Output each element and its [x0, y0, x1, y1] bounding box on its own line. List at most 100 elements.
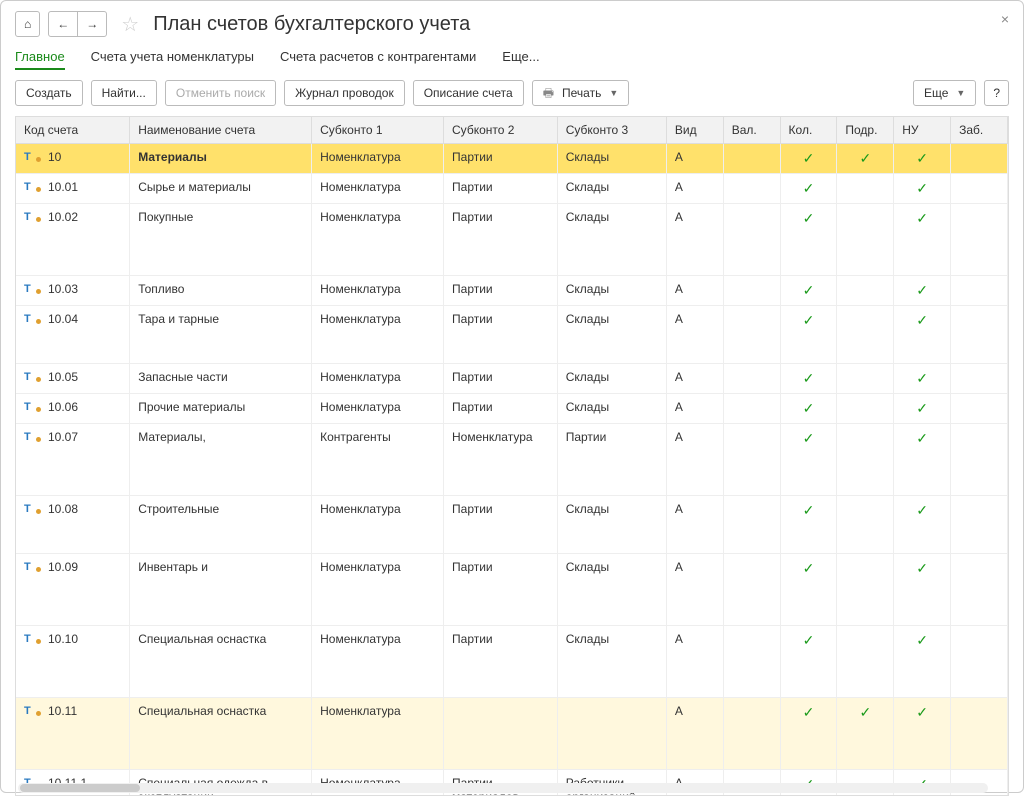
- cell-podr: ✓: [837, 144, 894, 174]
- table-row[interactable]: T10.11Специальная оснасткаНоменклатураА✓…: [16, 698, 1008, 770]
- menubar: Главное Счета учета номенклатуры Счета р…: [15, 43, 1009, 80]
- cell-kol: ✓: [780, 626, 837, 698]
- cell-kol: ✓: [780, 394, 837, 424]
- help-button[interactable]: ?: [984, 80, 1009, 106]
- cell-val: [723, 364, 780, 394]
- cell-sub1: Номенклатура: [312, 306, 444, 364]
- scrollbar-thumb[interactable]: [20, 784, 140, 792]
- cell-val: [723, 144, 780, 174]
- cell-sub2: Партии: [444, 204, 558, 276]
- cell-sub2: Партии: [444, 276, 558, 306]
- cell-nu: ✓: [894, 554, 951, 626]
- description-button[interactable]: Описание счета: [413, 80, 524, 106]
- check-icon: ✓: [845, 150, 885, 167]
- cell-val: [723, 306, 780, 364]
- col-header-zab[interactable]: Заб.: [951, 117, 1008, 144]
- table-row[interactable]: T10.01Сырье и материалыНоменклатураПарти…: [16, 174, 1008, 204]
- horizontal-scrollbar[interactable]: [18, 783, 988, 793]
- cell-kol: ✓: [780, 276, 837, 306]
- table-row[interactable]: T10.08СтроительныеНоменклатураПартииСкла…: [16, 496, 1008, 554]
- table-row[interactable]: T10.06Прочие материалыНоменклатураПартии…: [16, 394, 1008, 424]
- cell-sub1: Номенклатура: [312, 144, 444, 174]
- cancel-search-button: Отменить поиск: [165, 80, 276, 106]
- print-button[interactable]: Печать ▼: [532, 80, 630, 106]
- check-icon: ✓: [902, 180, 942, 197]
- cell-sub1: Контрагенты: [312, 424, 444, 496]
- cell-kol: ✓: [780, 554, 837, 626]
- menu-more[interactable]: Еще...: [502, 49, 539, 70]
- cell-sub1: Номенклатура: [312, 496, 444, 554]
- close-button[interactable]: ×: [1001, 11, 1009, 27]
- col-header-sub2[interactable]: Субконто 2: [444, 117, 558, 144]
- table-row[interactable]: T10МатериалыНоменклатураПартииСкладыА✓✓✓: [16, 144, 1008, 174]
- cell-val: [723, 496, 780, 554]
- cell-name: Специальная оснастка: [130, 626, 312, 698]
- more-right-button[interactable]: Еще ▼: [913, 80, 976, 106]
- check-icon: ✓: [902, 632, 942, 649]
- table-row[interactable]: T10.05Запасные частиНоменклатураПартииСк…: [16, 364, 1008, 394]
- cell-sub2: Партии: [444, 306, 558, 364]
- account-type-icon: T: [24, 633, 38, 645]
- cell-val: [723, 394, 780, 424]
- menu-main[interactable]: Главное: [15, 49, 65, 70]
- cell-code: T10.06: [16, 394, 130, 424]
- printer-icon: [543, 85, 558, 101]
- col-header-vid[interactable]: Вид: [666, 117, 723, 144]
- table-row[interactable]: T10.07Материалы,КонтрагентыНоменклатураП…: [16, 424, 1008, 496]
- cell-kol: ✓: [780, 144, 837, 174]
- menu-contractors[interactable]: Счета расчетов с контрагентами: [280, 49, 476, 70]
- cell-vid: А: [666, 144, 723, 174]
- table-row[interactable]: T10.04Тара и тарныеНоменклатураПартииСкл…: [16, 306, 1008, 364]
- cell-sub2: Партии: [444, 554, 558, 626]
- check-icon: ✓: [789, 282, 829, 299]
- col-header-val[interactable]: Вал.: [723, 117, 780, 144]
- cell-podr: ✓: [837, 698, 894, 770]
- cell-sub3: Склады: [557, 554, 666, 626]
- account-code: 10.08: [48, 502, 78, 516]
- check-icon: ✓: [789, 704, 829, 721]
- col-header-sub1[interactable]: Субконто 1: [312, 117, 444, 144]
- table-row[interactable]: T10.02ПокупныеНоменклатураПартииСкладыА✓…: [16, 204, 1008, 276]
- more-right-label: Еще: [924, 85, 948, 101]
- cell-sub2: Номенклатура: [444, 424, 558, 496]
- cell-code: T10.07: [16, 424, 130, 496]
- chevron-down-icon: ▼: [956, 85, 965, 101]
- back-button[interactable]: ←: [48, 11, 78, 37]
- cell-sub2: Партии: [444, 144, 558, 174]
- cell-kol: ✓: [780, 424, 837, 496]
- menu-nomenclature[interactable]: Счета учета номенклатуры: [91, 49, 254, 70]
- find-button[interactable]: Найти...: [91, 80, 157, 106]
- home-button[interactable]: ⌂: [15, 11, 40, 37]
- table-row[interactable]: T10.10Специальная оснасткаНоменклатураПа…: [16, 626, 1008, 698]
- account-code: 10.09: [48, 560, 78, 574]
- cell-zab: [951, 554, 1008, 626]
- cell-zab: [951, 496, 1008, 554]
- account-code: 10.02: [48, 210, 78, 224]
- col-header-nu[interactable]: НУ: [894, 117, 951, 144]
- col-header-name[interactable]: Наименование счета: [130, 117, 312, 144]
- cell-kol: ✓: [780, 364, 837, 394]
- check-icon: ✓: [789, 560, 829, 577]
- cell-sub3: Склады: [557, 626, 666, 698]
- cell-sub3: Склады: [557, 496, 666, 554]
- favorite-star-icon[interactable]: ☆: [121, 12, 139, 37]
- cell-vid: А: [666, 306, 723, 364]
- col-header-sub3[interactable]: Субконто 3: [557, 117, 666, 144]
- col-header-kol[interactable]: Кол.: [780, 117, 837, 144]
- cell-sub3: Склады: [557, 394, 666, 424]
- table-row[interactable]: T10.03ТопливоНоменклатураПартииСкладыА✓✓: [16, 276, 1008, 306]
- cell-podr: [837, 496, 894, 554]
- check-icon: ✓: [902, 430, 942, 447]
- create-button[interactable]: Создать: [15, 80, 83, 106]
- cell-sub3: Партии: [557, 424, 666, 496]
- table-row[interactable]: T10.09Инвентарь иНоменклатураПартииСклад…: [16, 554, 1008, 626]
- cell-kol: ✓: [780, 204, 837, 276]
- forward-button[interactable]: →: [77, 11, 107, 37]
- col-header-code[interactable]: Код счета: [16, 117, 130, 144]
- page-title: План счетов бухгалтерского учета: [153, 13, 470, 36]
- journal-button[interactable]: Журнал проводок: [284, 80, 405, 106]
- col-header-podr[interactable]: Подр.: [837, 117, 894, 144]
- cell-name: Тара и тарные: [130, 306, 312, 364]
- account-type-icon: T: [24, 371, 38, 383]
- nav-group: ← →: [48, 11, 107, 37]
